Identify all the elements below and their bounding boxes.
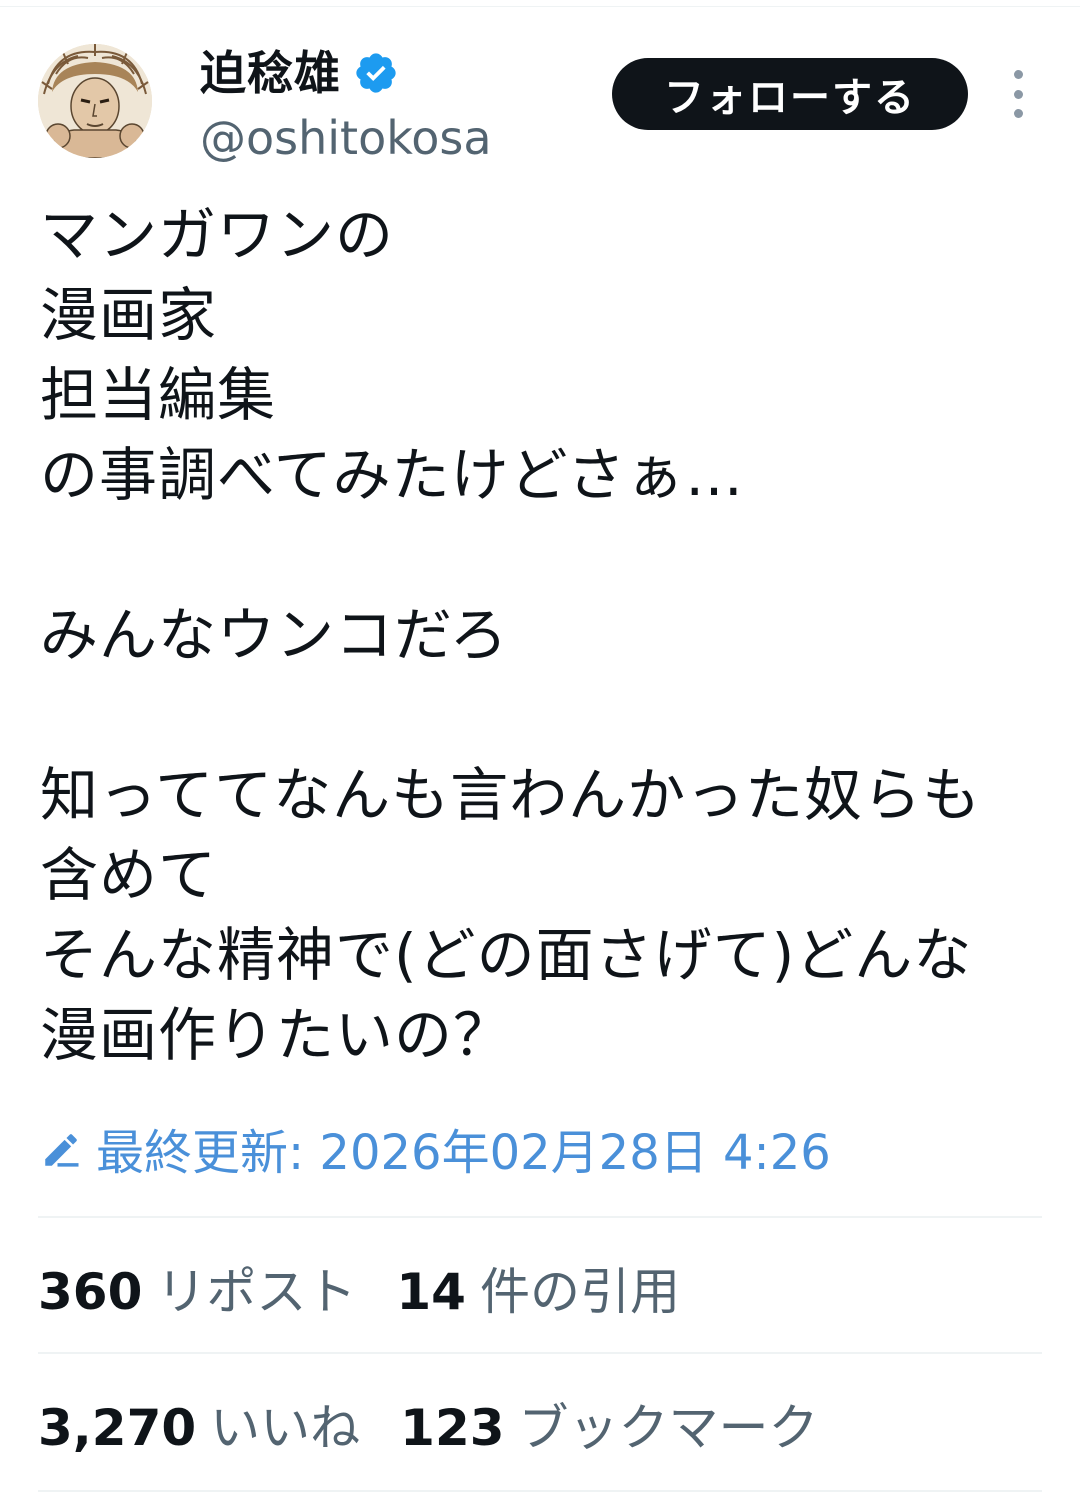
last-edited-text: 最終更新: 2026年02月28日 4:26 [96,1125,831,1181]
stats-row-reposts: 360 リポスト 14 件の引用 [38,1248,720,1328]
stats-row-likes: 3,270 いいね 123 ブックマーク [38,1384,859,1464]
tweet-line: みんなウンコだろ [40,601,509,669]
more-dot [1013,89,1023,99]
divider [38,1352,1042,1354]
top-divider [0,6,1080,7]
quote-count[interactable]: 14 件の引用 [396,1252,680,1324]
bookmark-number: 123 [400,1399,505,1457]
more-dot [1013,70,1023,79]
quote-label: 件の引用 [479,1263,680,1321]
bookmark-count[interactable]: 123 ブックマーク [400,1388,818,1460]
manga-character-avatar-icon [38,44,152,158]
retweet-number: 360 [38,1263,143,1321]
tweet-line: マンガワンの [40,201,395,269]
divider [38,1490,1042,1492]
display-name[interactable]: 迫稔雄 [200,40,341,106]
tweet-text: マンガワンの 漫画家 担当編集 の事調べてみたけどさぁ… みんなウンコだろ 知っ… [40,195,1050,1075]
tweet-line: 知っててなんも言わんかった奴らも [40,761,982,829]
pencil-icon [40,1127,82,1169]
like-count[interactable]: 3,270 いいね [38,1388,360,1460]
tweet-line: の事調べてみたけどさぁ… [40,441,744,509]
quote-number: 14 [396,1263,466,1321]
last-edited-link[interactable]: 最終更新: 2026年02月28日 4:26 [40,1112,831,1184]
verified-badge-icon[interactable] [353,50,399,96]
more-dot [1013,109,1023,118]
avatar[interactable] [38,44,152,158]
divider [38,1216,1042,1218]
bookmark-label: ブックマーク [518,1399,819,1457]
like-label: いいね [210,1399,361,1457]
tweet-line: 含めて [40,841,218,909]
like-number: 3,270 [38,1399,197,1457]
tweet-line: 担当編集 [40,361,277,429]
tweet-line: 漫画作りたいの？ [40,1001,513,1069]
follow-button[interactable]: フォローする [612,58,968,130]
user-name-row: 迫稔雄 [200,40,399,106]
retweet-count[interactable]: 360 リポスト [38,1252,356,1324]
retweet-label: リポスト [156,1263,357,1321]
user-handle[interactable]: @oshitokosa [200,110,492,166]
more-options-icon[interactable] [1002,70,1034,118]
tweet-line: そんな精神で(どの面さげて)どんな [40,921,973,989]
tweet-line: 漫画家 [40,281,218,349]
